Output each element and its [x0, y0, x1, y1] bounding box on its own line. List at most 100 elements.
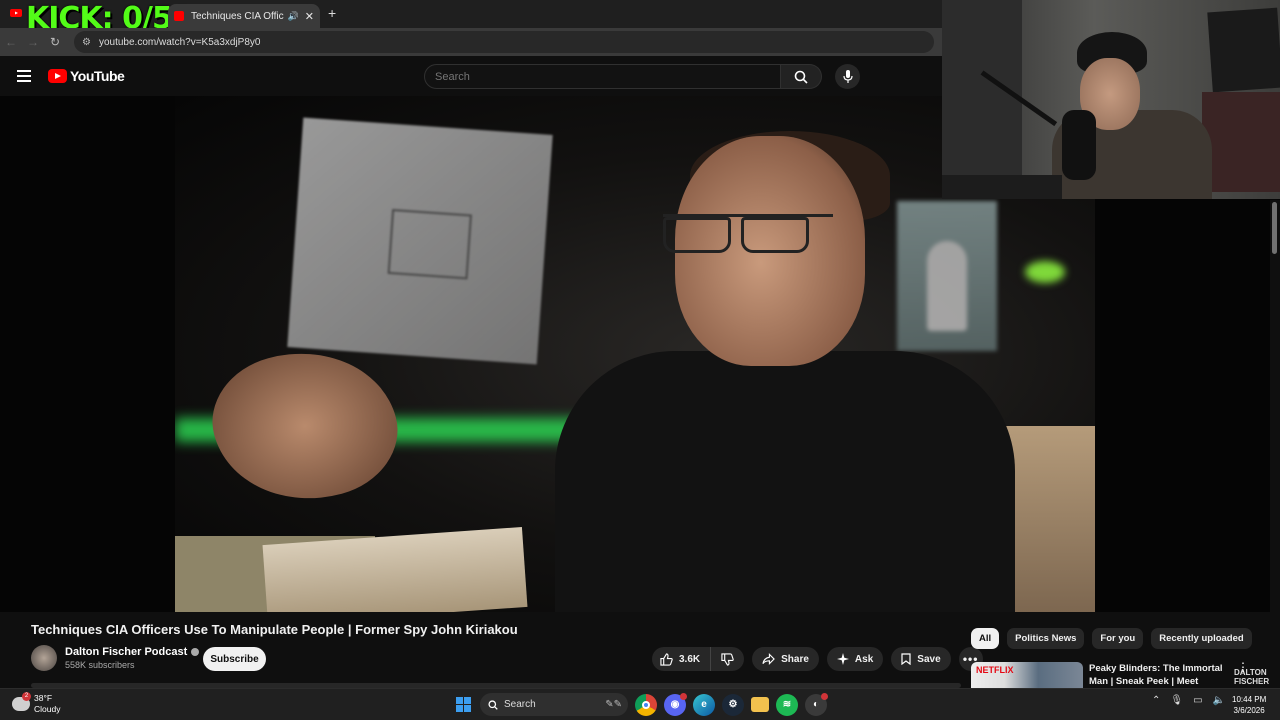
forward-arrow-icon[interactable]: → — [22, 35, 44, 49]
youtube-logo[interactable]: YouTube — [48, 68, 125, 84]
ask-button[interactable]: Ask — [826, 647, 884, 671]
tray-overflow-icon[interactable]: ⌃ — [1152, 695, 1160, 706]
webcam-overlay — [942, 0, 1280, 199]
save-label: Save — [917, 653, 941, 665]
spotify-icon[interactable]: ≋ — [776, 693, 798, 716]
chrome-icon[interactable] — [635, 693, 657, 716]
clock-time: 10:44 PM — [1232, 695, 1267, 704]
clock-date: 3/6/2026 — [1233, 706, 1265, 715]
recommended-title[interactable]: Peaky Blinders: The Immortal Man | Sneak… — [1089, 662, 1229, 688]
like-dislike-group: 3.6K — [652, 647, 745, 671]
like-count: 3.6K — [679, 653, 701, 665]
back-arrow-icon[interactable]: ← — [0, 35, 22, 49]
recommended-video[interactable]: NETFLIX Peaky Blinders: The Immortal Man… — [971, 662, 1261, 688]
taskbar-apps: Search ✎✎ ◉ e ⚙ ≋ ◐ — [452, 692, 828, 716]
chip-for-you[interactable]: For you — [1092, 628, 1144, 649]
weather-temp: 38°F — [34, 693, 53, 703]
microphone-icon — [842, 69, 853, 83]
display-icon[interactable]: ▭ — [1193, 695, 1202, 706]
search-input[interactable] — [424, 64, 781, 89]
ask-label: Ask — [854, 653, 874, 665]
discord-icon[interactable]: ◉ — [664, 692, 687, 716]
voice-search-button[interactable] — [835, 64, 860, 89]
filter-chips: All Politics News For you Recently uploa… — [971, 628, 1260, 649]
tab-close-icon[interactable]: ✕ — [305, 10, 314, 23]
like-button[interactable]: 3.6K — [652, 647, 712, 671]
search-button[interactable] — [781, 64, 822, 89]
kebab-menu-icon[interactable]: ⋮ — [1237, 662, 1249, 688]
weather-widget[interactable]: 2 38°F Cloudy — [12, 692, 61, 715]
netflix-logo: NETFLIX — [976, 665, 1014, 675]
search-box — [424, 64, 822, 89]
channel-name-row[interactable]: Dalton Fischer Podcast — [65, 646, 200, 658]
share-icon — [762, 653, 775, 665]
microphone-tray-icon[interactable]: 🎙 — [1170, 695, 1183, 706]
speaker-icon[interactable]: 🔊 — [288, 11, 299, 22]
sparkle-icon — [836, 653, 849, 665]
search-icon — [794, 70, 808, 84]
windows-taskbar: 2 38°F Cloudy Search ✎✎ ◉ e ⚙ ≋ ◐ ⌃ 🎙 ▭ … — [0, 688, 1280, 720]
file-explorer-icon[interactable] — [751, 697, 769, 712]
youtube-masthead: YouTube — [0, 56, 942, 96]
speaker-hand — [198, 330, 412, 522]
channel-name[interactable]: Dalton Fischer Podcast — [65, 646, 187, 658]
chip-politics-news[interactable]: Politics News — [1007, 628, 1085, 649]
taskbar-search[interactable]: Search ✎✎ — [480, 693, 628, 716]
subscribe-button[interactable]: Subscribe — [203, 647, 266, 671]
recommended-thumbnail[interactable]: NETFLIX — [971, 662, 1083, 688]
save-button[interactable]: Save — [891, 647, 951, 671]
system-tray: ⌃ 🎙 ▭ 🔈 — [1152, 695, 1235, 706]
edge-icon[interactable]: e — [693, 693, 715, 716]
chip-all[interactable]: All — [971, 628, 1000, 649]
share-button[interactable]: Share — [752, 647, 819, 671]
tab-title: Techniques CIA Officers Use To Manipulat… — [191, 10, 284, 22]
taskbar-search-label: Search — [504, 699, 536, 710]
page-scrollbar[interactable] — [1270, 200, 1280, 680]
verified-icon — [191, 648, 200, 656]
pinned-tab-youtube-icon[interactable] — [10, 6, 24, 20]
browser-toolbar: ← → ↻ ⚙ youtube.com/watch?v=K5a3xdjP8y0 — [0, 28, 942, 56]
webcam-wall — [942, 0, 1022, 199]
obs-icon[interactable]: ◐ — [805, 692, 828, 716]
video-actions: 3.6K Share Ask Save ••• — [652, 647, 983, 671]
webcam-microphone — [1062, 110, 1096, 180]
weather-desc: Cloudy — [34, 704, 61, 714]
steam-icon[interactable]: ⚙ — [722, 693, 744, 716]
notification-badge: 2 — [22, 692, 31, 701]
wall-poster — [287, 117, 553, 365]
chip-recently-uploaded[interactable]: Recently uploaded — [1151, 628, 1252, 649]
url-text: youtube.com/watch?v=K5a3xdjP8y0 — [98, 36, 261, 48]
dislike-button[interactable] — [711, 647, 744, 671]
windows-start-icon[interactable] — [452, 694, 474, 716]
thumbs-down-icon — [721, 652, 734, 666]
speaker-body — [555, 351, 1015, 612]
youtube-favicon-icon — [174, 11, 184, 21]
youtube-play-icon — [48, 69, 67, 83]
volume-icon[interactable]: 🔈 — [1213, 695, 1225, 706]
thumbs-up-icon — [660, 652, 673, 666]
search-icon — [488, 699, 498, 710]
menu-icon[interactable] — [17, 70, 31, 82]
share-label: Share — [781, 653, 809, 665]
taskbar-clock[interactable]: 10:44 PM 3/6/2026 — [1232, 694, 1266, 716]
channel-avatar[interactable] — [31, 645, 57, 671]
channel-owner: Dalton Fischer Podcast 558K subscribers — [31, 645, 200, 671]
webcam-desk — [942, 175, 1062, 199]
webcam-shelf-box-lower — [1202, 92, 1280, 192]
bookmark-icon — [901, 653, 911, 665]
browser-tab-active[interactable]: Techniques CIA Officers Use To Manipulat… — [168, 4, 320, 28]
scrollbar-thumb[interactable] — [1272, 202, 1277, 254]
cloud-icon: 2 — [12, 692, 31, 711]
subscriber-count: 558K subscribers — [65, 660, 135, 670]
speaker-glasses — [663, 214, 833, 253]
new-tab-button[interactable]: + — [328, 5, 336, 21]
target-poster — [897, 201, 997, 351]
site-settings-icon[interactable]: ⚙ — [82, 37, 91, 48]
search-highlight-icon: ✎✎ — [605, 699, 622, 710]
green-lamp — [1025, 261, 1065, 283]
reload-icon[interactable]: ↻ — [44, 35, 66, 49]
video-title: Techniques CIA Officers Use To Manipulat… — [31, 622, 518, 637]
youtube-logo-text: YouTube — [70, 68, 125, 84]
webcam-shelf-box — [1207, 7, 1280, 93]
address-bar[interactable]: ⚙ youtube.com/watch?v=K5a3xdjP8y0 — [74, 31, 934, 53]
